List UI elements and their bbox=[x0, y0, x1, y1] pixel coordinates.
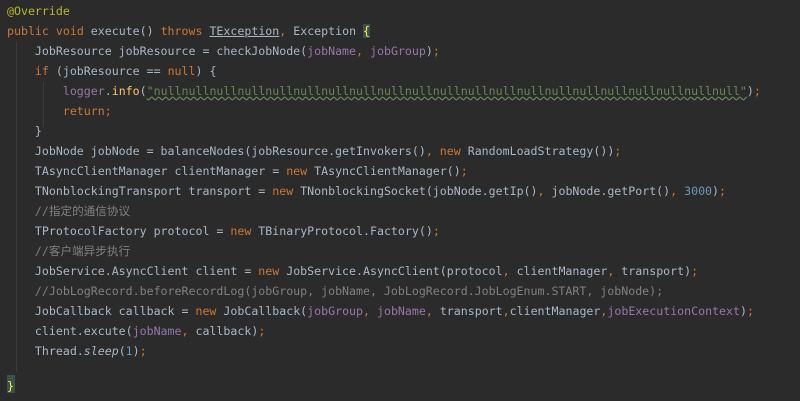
code-line[interactable]: client.excute(jobName, callback); bbox=[7, 321, 265, 341]
code-line[interactable]: //客户端异步执行 bbox=[7, 241, 130, 261]
code-line[interactable]: public void execute() throws TException,… bbox=[7, 21, 371, 41]
code-line[interactable]: return; bbox=[7, 101, 112, 121]
code-line[interactable]: logger.info("nullnullnullnullnullnullnul… bbox=[7, 81, 761, 101]
code-line[interactable]: } bbox=[7, 121, 42, 141]
code-editor[interactable]: @Override public void execute() throws T… bbox=[0, 0, 800, 401]
code-line[interactable]: JobCallback callback = new JobCallback(j… bbox=[7, 301, 754, 321]
code-line[interactable]: TNonblockingTransport transport = new TN… bbox=[7, 181, 726, 201]
code-line[interactable]: JobResource jobResource = checkJobNode(j… bbox=[7, 41, 440, 61]
code-line[interactable]: Thread.sleep(1); bbox=[7, 341, 147, 361]
code-line[interactable]: //JobLogRecord.beforeRecordLog(jobGroup,… bbox=[7, 281, 663, 301]
code-line[interactable]: JobService.AsyncClient client = new JobS… bbox=[7, 261, 698, 281]
code-line[interactable]: JobNode jobNode = balanceNodes(jobResour… bbox=[7, 141, 621, 161]
code-line[interactable]: } bbox=[7, 376, 14, 396]
code-line[interactable]: TAsyncClientManager clientManager = new … bbox=[7, 161, 468, 181]
code-line[interactable]: TProtocolFactory protocol = new TBinaryP… bbox=[7, 221, 440, 241]
code-token: @Override bbox=[7, 4, 70, 18]
code-line[interactable]: @Override bbox=[7, 1, 70, 21]
code-line[interactable]: //指定的通信协议 bbox=[7, 201, 130, 221]
code-line[interactable]: if (jobResource == null) { bbox=[7, 61, 217, 81]
